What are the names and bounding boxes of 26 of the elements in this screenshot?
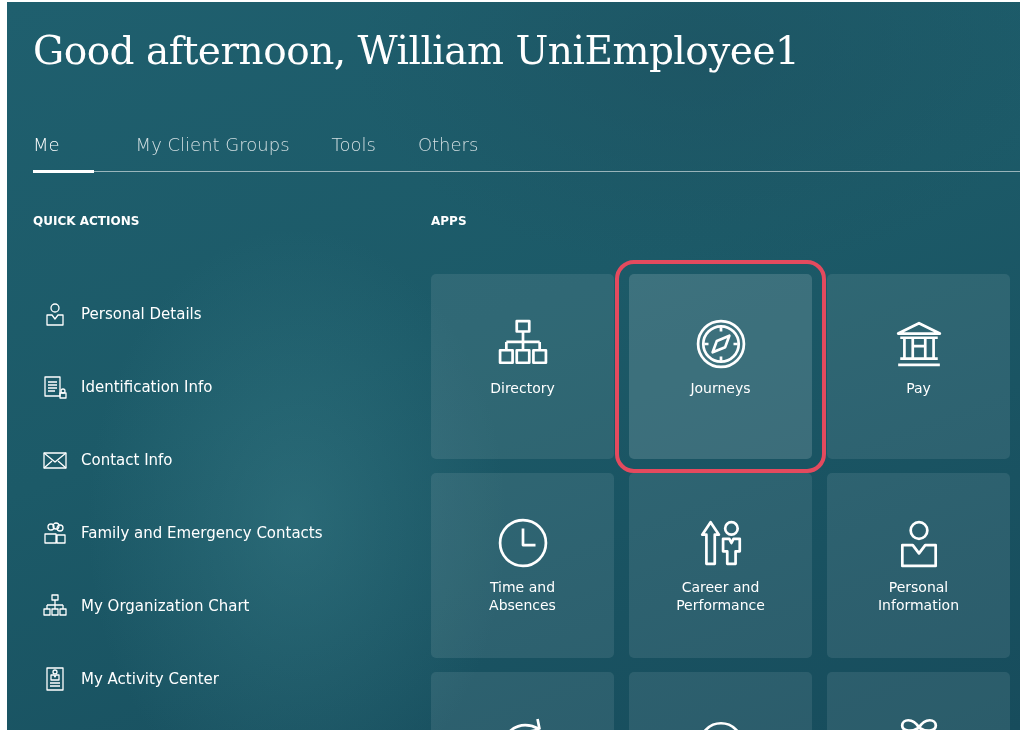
app-tile[interactable]: Directory — [431, 273, 614, 459]
app-tile[interactable]: Career and Performance — [629, 472, 812, 658]
nav-tab[interactable]: Others — [417, 130, 479, 173]
id-badge-icon — [43, 667, 67, 692]
greeting: Good afternoon, William UniEmployee1 — [33, 27, 801, 75]
section-heading: QUICK ACTIONS — [33, 212, 141, 230]
section-heading: APPS — [431, 212, 468, 230]
document-icon — [43, 375, 67, 400]
app-tile[interactable]: Pay — [827, 273, 1010, 459]
nav-tab[interactable]: Tools — [331, 130, 376, 173]
clock-icon — [497, 517, 548, 568]
app-tile[interactable]: Journeys — [629, 273, 812, 459]
nav-tab[interactable]: Me — [33, 130, 94, 173]
quick-action-link[interactable]: Family and Emergency Contacts — [33, 496, 431, 570]
quick-action-link[interactable]: Personal Details — [33, 277, 431, 351]
app-tile[interactable]: Personal Information — [827, 472, 1010, 658]
quick-action-link[interactable]: Contact Info — [33, 423, 431, 497]
nav-tab[interactable]: My Client Groups — [135, 130, 290, 173]
quick-action-link[interactable]: My Activity Center — [33, 642, 431, 716]
app-tile[interactable]: Time and Absences — [431, 472, 614, 658]
org-chart-icon — [43, 594, 67, 619]
quick-action-link[interactable]: Identification Info — [33, 350, 431, 424]
people-icon — [43, 521, 67, 546]
compass-icon — [695, 318, 746, 369]
quick-action-link[interactable]: My Organization Chart — [33, 569, 431, 643]
person-icon — [43, 302, 67, 327]
